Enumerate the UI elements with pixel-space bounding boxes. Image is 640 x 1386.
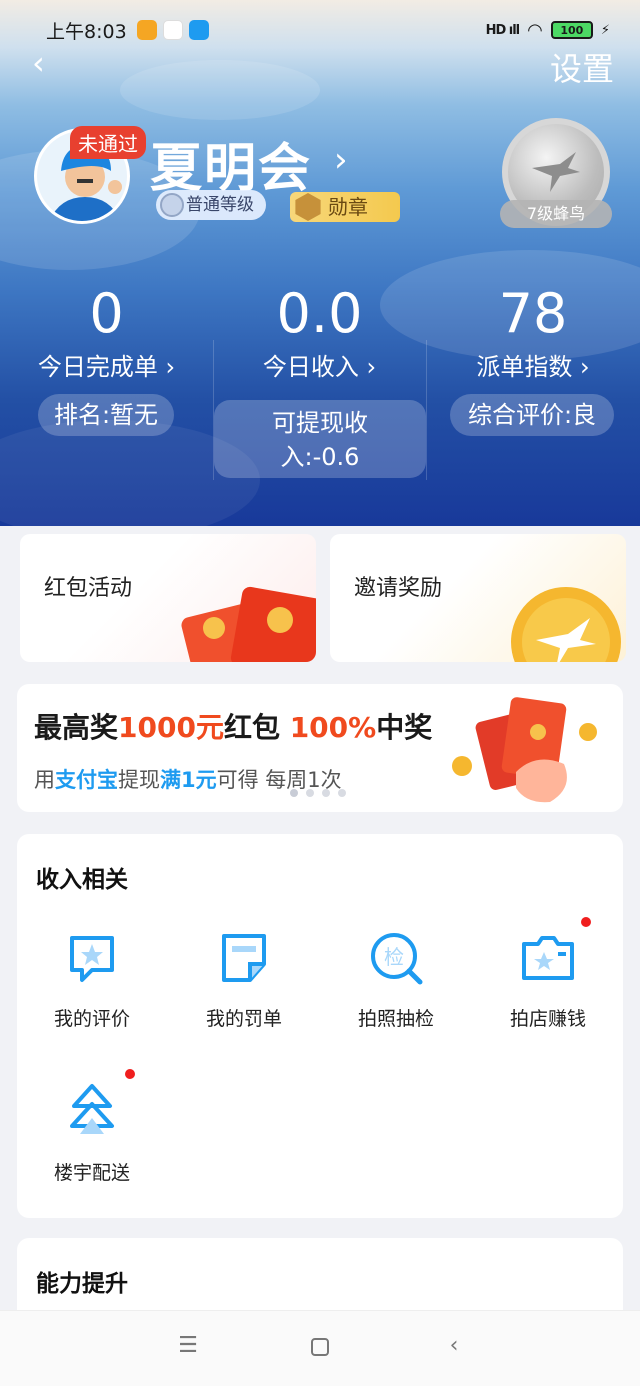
video-app-icon — [162, 20, 183, 40]
shop-photo-earn-item[interactable]: 拍店赚钱 — [478, 928, 618, 1031]
carousel-dot[interactable] — [338, 789, 346, 797]
medal-tag[interactable]: 勋章 — [290, 192, 400, 222]
carousel-dot[interactable] — [322, 789, 330, 797]
inspection-search-icon: 检 — [366, 928, 426, 988]
building-delivery-icon — [62, 1082, 122, 1142]
banner-sub-highlight: 满1元 — [160, 768, 217, 792]
building-delivery-item[interactable]: 楼宇配送 — [22, 1082, 162, 1185]
status-bar: 上午8:03 HD ıll ◠ 100 ⚡ — [46, 14, 610, 46]
grid-item-label: 我的罚单 — [205, 1008, 282, 1030]
chevron-right-icon[interactable]: › — [334, 140, 348, 180]
grid-item-label: 拍店赚钱 — [509, 1008, 586, 1030]
stat-dispatch[interactable]: 78 派单指数 › — [426, 282, 640, 382]
banner-title-highlight: 1000元 — [118, 711, 224, 744]
signal-icon: HD ıll — [485, 22, 521, 38]
settings-button[interactable]: 设置 — [550, 44, 614, 90]
chevron-right-icon: › — [157, 353, 176, 381]
grid-item-label: 我的评价 — [53, 1008, 130, 1030]
withdrawable-pill: 可提现收入:-0.6 — [214, 400, 426, 478]
stat-label: 派单指数 — [476, 353, 573, 381]
stat-value: 0 — [89, 282, 124, 345]
bird-app-icon — [188, 20, 209, 40]
menu-icon[interactable]: ☰ — [168, 1333, 208, 1365]
banner-title-part: 中奖 — [376, 711, 433, 744]
grid-item-label: 楼宇配送 — [53, 1162, 130, 1184]
carousel-dots — [290, 789, 346, 797]
rating-pill: 综合评价:良 — [450, 394, 614, 436]
notification-app-icon — [136, 20, 157, 40]
stat-label: 今日收入 — [262, 353, 359, 381]
carousel-dot[interactable] — [290, 789, 298, 797]
rank-label: 7级蜂鸟 — [500, 200, 612, 228]
banner-title-part: 红包 — [223, 711, 290, 744]
red-packet-promo[interactable]: 红包活动 — [20, 534, 316, 662]
banner-title: 最高奖1000元红包 100%中奖 — [34, 706, 432, 746]
battery-icon: 100 — [550, 21, 593, 39]
rank-pill: 排名:暂无 — [38, 394, 174, 436]
notification-dot — [125, 1069, 135, 1079]
section-title: 收入相关 — [36, 867, 128, 893]
medal-label: 勋章 — [328, 195, 368, 219]
level-tag[interactable]: 普通等级 — [156, 190, 266, 220]
hexagon-medal-icon — [295, 193, 321, 221]
ticket-document-icon — [214, 928, 274, 988]
banner-title-part: 最高奖 — [34, 711, 119, 744]
notification-dot — [581, 917, 591, 927]
star-comment-icon — [62, 928, 122, 988]
level-label: 普通等级 — [186, 195, 254, 215]
grid-item-label: 拍照抽检 — [357, 1008, 434, 1030]
status-time: 上午8:03 — [46, 20, 127, 43]
home-square-icon[interactable] — [300, 1333, 340, 1365]
carousel-dot[interactable] — [306, 789, 314, 797]
banner-sub-part: 提现 — [118, 768, 160, 792]
stat-value: 0.0 — [276, 282, 363, 345]
banner-title-highlight: 100% — [289, 711, 377, 744]
wifi-icon: ◠ — [527, 19, 543, 41]
promo-label: 红包活动 — [44, 576, 133, 601]
back-triangle-icon[interactable]: ‹ — [434, 1333, 474, 1365]
chevron-left-icon[interactable]: ‹ — [32, 46, 62, 80]
chevron-right-icon: › — [572, 353, 590, 381]
gold-coin-icon — [511, 587, 621, 662]
level-medal-icon — [160, 193, 184, 217]
red-envelope-icon — [181, 586, 316, 662]
charging-icon: ⚡ — [600, 22, 610, 38]
photo-inspection-item[interactable]: 检 拍照抽检 — [326, 928, 466, 1031]
my-reviews-item[interactable]: 我的评价 — [22, 928, 162, 1031]
stat-label: 今日完成单 — [37, 353, 158, 381]
hummingbird-icon — [532, 152, 580, 192]
stat-value: 78 — [498, 282, 568, 345]
stat-orders[interactable]: 0 今日完成单 › — [0, 282, 213, 382]
svg-text:检: 检 — [384, 945, 404, 969]
status-badge: 未通过 — [70, 126, 146, 159]
camera-star-icon — [518, 928, 578, 988]
chevron-right-icon: › — [358, 353, 377, 381]
profile-header: 上午8:03 HD ıll ◠ 100 ⚡ ‹ 设置 未通过 夏明会 › 普通等… — [0, 0, 640, 526]
promo-label: 邀请奖励 — [354, 576, 443, 601]
my-tickets-item[interactable]: 我的罚单 — [174, 928, 314, 1031]
hand-red-packets-icon — [452, 697, 597, 803]
invite-reward-promo[interactable]: 邀请奖励 — [330, 534, 626, 662]
stat-income[interactable]: 0.0 今日收入 › — [213, 282, 426, 382]
banner-sub-part: 用 — [34, 768, 55, 792]
section-title: 能力提升 — [36, 1271, 128, 1297]
system-nav-bar: ☰ ‹ — [0, 1310, 640, 1386]
banner-sub-highlight: 支付宝 — [55, 768, 118, 792]
